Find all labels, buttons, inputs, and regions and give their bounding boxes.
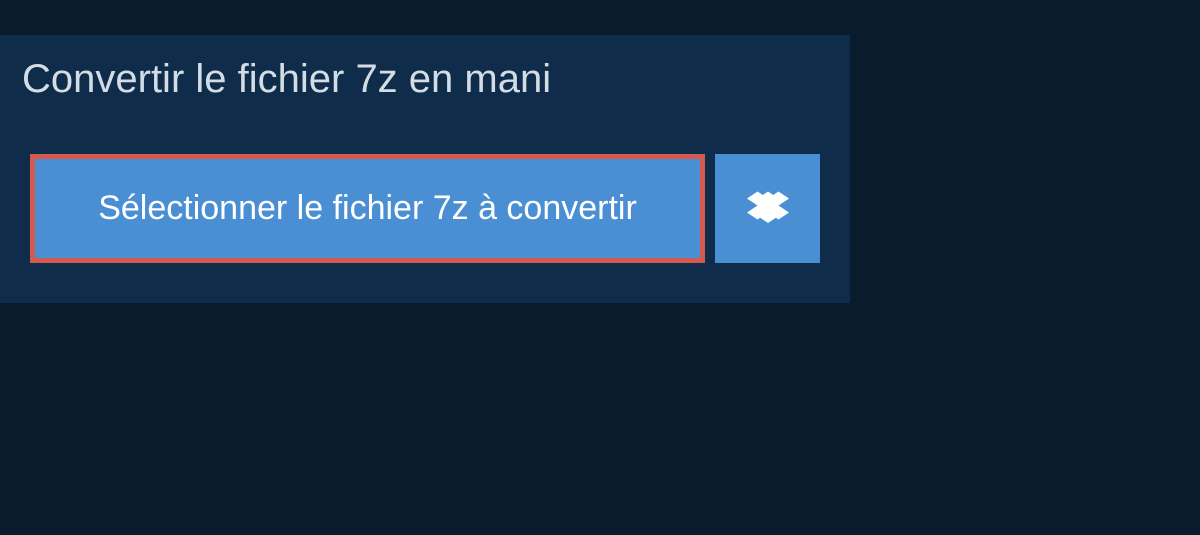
action-row: Sélectionner le fichier 7z à convertir: [0, 124, 850, 263]
dropbox-icon: [747, 188, 789, 230]
dropbox-button[interactable]: [715, 154, 820, 263]
page-title: Convertir le fichier 7z en mani: [0, 35, 581, 124]
select-file-button[interactable]: Sélectionner le fichier 7z à convertir: [30, 154, 705, 263]
converter-panel: Convertir le fichier 7z en mani Sélectio…: [0, 35, 850, 303]
